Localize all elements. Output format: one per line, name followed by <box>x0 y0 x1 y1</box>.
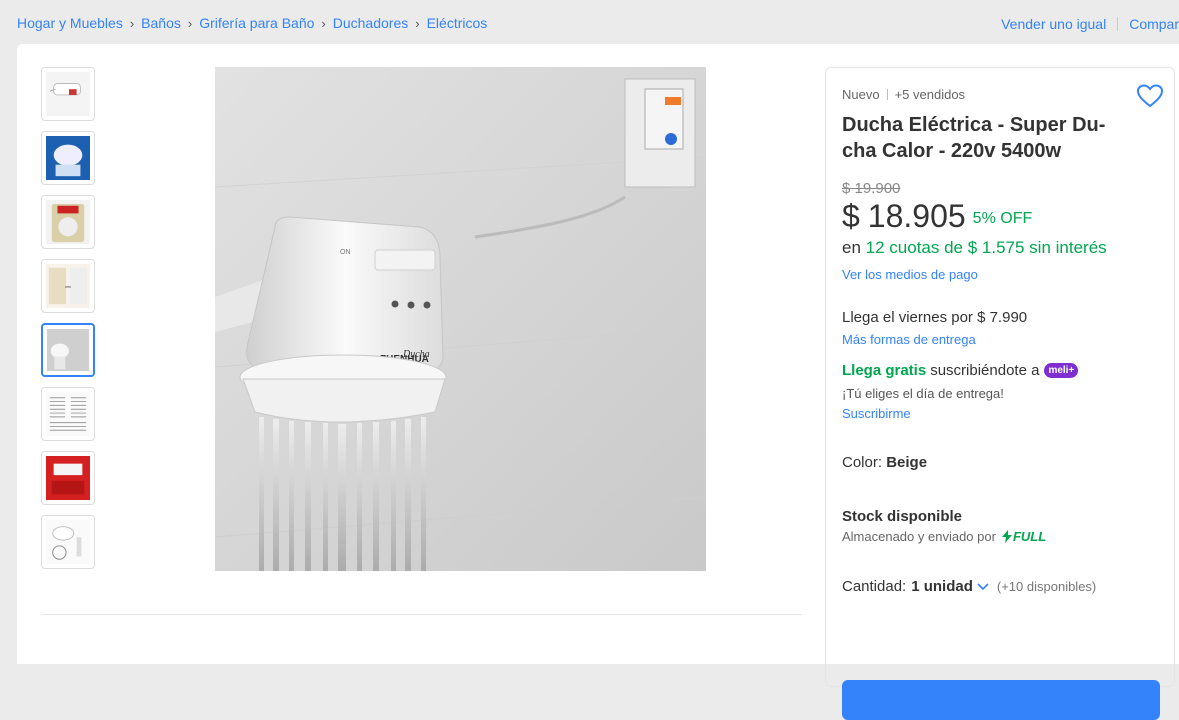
discount-badge: 5% OFF <box>972 210 1033 227</box>
top-actions: Vender uno igual Compar <box>1001 16 1179 32</box>
thumbnail-7[interactable] <box>41 451 95 505</box>
chevron-right-icon: › <box>321 15 326 31</box>
installments-prefix: en <box>842 238 861 257</box>
buy-now-button[interactable] <box>842 680 1160 720</box>
price-value: 18.905 <box>867 198 966 234</box>
divider <box>886 89 888 100</box>
breadcrumb-item-electricos[interactable]: Eléctricos <box>427 15 488 31</box>
top-bar: Hogar y Muebles › Baños › Grifería para … <box>0 0 1179 44</box>
color-value: Beige <box>886 454 928 471</box>
price-block: $ 18.905 5% OFF <box>842 198 1032 235</box>
thumbnail-3[interactable] <box>41 195 95 249</box>
package-thumbnail-image <box>46 200 90 244</box>
subscribe-link[interactable]: Suscribirme <box>842 406 911 421</box>
thumbnail-6[interactable] <box>41 387 95 441</box>
thumbnail-4[interactable] <box>41 259 95 313</box>
breadcrumb-item-griferia[interactable]: Grifería para Baño <box>199 15 314 31</box>
color-info: Color: Beige <box>842 454 927 471</box>
quantity-value: 1 unidad <box>911 578 973 595</box>
section-divider <box>41 614 802 615</box>
color-label: Color: <box>842 454 883 471</box>
package-thumbnail-image <box>46 456 90 500</box>
thumbnail-2[interactable] <box>41 131 95 185</box>
heart-icon[interactable] <box>1137 84 1163 108</box>
delivery-info: Llega el viernes por $ 7.990 <box>842 309 1028 326</box>
free-shipping-label: Llega gratis <box>842 362 927 379</box>
currency-symbol: $ <box>842 198 860 234</box>
on-label: ON <box>340 249 351 256</box>
more-delivery-link[interactable]: Más formas de entrega <box>842 332 976 347</box>
lightning-icon <box>1001 530 1012 543</box>
free-shipping-info: Llega gratis suscribiéndote a meli+ <box>842 362 1079 379</box>
shower-thumbnail-image <box>46 136 90 180</box>
breadcrumb: Hogar y Muebles › Baños › Grifería para … <box>17 15 487 31</box>
free-shipping-text: suscribiéndote a <box>930 362 1040 379</box>
thumbnail-8[interactable] <box>41 515 95 569</box>
stock-status: Stock disponible <box>842 508 963 525</box>
fulfillment-info: Almacenado y enviado por FULL <box>842 529 1046 544</box>
thumbnail-5[interactable] <box>41 323 95 377</box>
breadcrumb-item-hogar[interactable]: Hogar y Muebles <box>17 15 123 31</box>
chevron-down-icon <box>977 582 989 590</box>
full-badge: FULL <box>1001 529 1046 544</box>
shower-thumbnail-image <box>46 72 90 116</box>
full-label: FULL <box>1012 529 1047 544</box>
product-card: ON Ducha ZHENHUA <box>17 44 1179 720</box>
installments-value: 12 cuotas de $ 1.575 sin interés <box>865 238 1107 257</box>
quantity-label: Cantidad: <box>842 578 907 595</box>
thumbnail-1[interactable] <box>41 67 95 121</box>
breadcrumb-item-duchadores[interactable]: Duchadores <box>333 15 409 31</box>
chevron-right-icon: › <box>415 15 420 31</box>
electric-shower-photo: ON Ducha ZHENHUA <box>215 67 706 571</box>
share-link[interactable]: Compar <box>1129 16 1179 32</box>
chevron-right-icon: › <box>187 15 193 31</box>
payment-methods-link[interactable]: Ver los medios de pago <box>842 267 978 282</box>
sold-count: +5 vendidos <box>894 87 966 102</box>
instructions-thumbnail-image <box>46 392 90 436</box>
kit-thumbnail-image <box>46 520 90 564</box>
product-title: Ducha Eléctrica - Super Du-cha Calor - 2… <box>842 114 1106 162</box>
product-subtitle: Nuevo +5 vendidos <box>842 87 965 102</box>
breadcrumb-item-banos[interactable]: Baños <box>141 15 181 31</box>
shower-thumbnail-image <box>47 329 89 371</box>
manual-thumbnail-image <box>46 264 90 308</box>
condition-label: Nuevo <box>842 87 880 102</box>
original-price: $ 19.900 <box>842 180 901 197</box>
divider <box>1117 17 1119 31</box>
stored-text: Almacenado y enviado por <box>842 529 996 544</box>
installments-info: en 12 cuotas de $ 1.575 sin interés <box>842 238 1107 258</box>
meli-plus-badge: meli+ <box>1044 363 1079 378</box>
sell-similar-link[interactable]: Vender uno igual <box>1001 16 1106 32</box>
chevron-right-icon: › <box>129 15 135 31</box>
quantity-selector[interactable]: Cantidad: 1 unidad (+10 disponibles) <box>842 578 1096 595</box>
choose-day-text: ¡Tú eliges el día de entrega! <box>842 386 1004 401</box>
quantity-available: (+10 disponibles) <box>996 579 1097 594</box>
main-product-image[interactable]: ON Ducha ZHENHUA <box>215 67 706 571</box>
buy-box: Nuevo +5 vendidos Ducha Eléctrica - Supe… <box>825 67 1175 720</box>
